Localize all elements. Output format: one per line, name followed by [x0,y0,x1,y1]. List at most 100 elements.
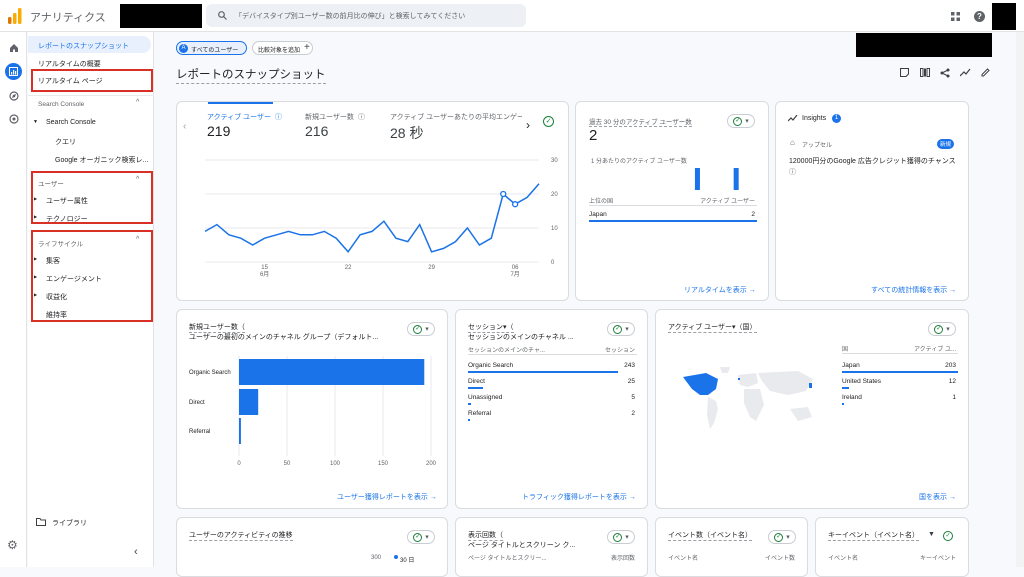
scrollbar[interactable] [1016,32,1024,567]
customize-icon[interactable] [900,68,909,77]
data-point [511,201,519,208]
sidebar-item-user-attributes[interactable]: ユーザー属性 [46,196,88,206]
caret-right-icon: ▶ [34,274,38,279]
traffic-acquisition-link[interactable]: トラフィック獲得レポートを表示 → [522,492,636,502]
country-row-name[interactable]: Japan [842,362,860,369]
active-tab-indicator [208,102,273,104]
explore-icon[interactable] [9,91,19,101]
metric-new-users-label[interactable]: 新規ユーザー数 [305,112,354,122]
advertising-icon[interactable] [9,114,19,124]
sidebar-item-technology[interactable]: テクノロジー [46,214,88,224]
x-tick-label: 50 [284,461,291,467]
check-icon[interactable]: ✓ [543,116,554,127]
check-icon: ✓ [413,532,423,542]
search-box[interactable]: 「デバイスタイプ別ユーザー数の前月比の伸び」と検索してみてください [206,4,526,27]
info-icon[interactable]: ⓘ [358,112,365,122]
next-chevron-icon[interactable]: › [526,118,530,132]
caret-down-icon: ▼ [33,119,38,125]
check-icon[interactable]: ✓ [943,531,953,541]
apps-grid-icon[interactable] [951,12,960,21]
add-comparison-button[interactable]: 比較対象を追加 + [252,41,313,55]
country-row-name[interactable]: Ireland [842,394,862,401]
events-title[interactable]: イベント数（イベント名） [668,530,752,541]
sessions-col-channel: セッションのメインのチャ... [468,348,545,354]
status-dropdown[interactable]: ✓ ▾ [928,322,956,336]
reports-icon[interactable] [5,63,22,80]
sessions-row-name[interactable]: Referral [468,410,491,417]
sidebar-item-acquisition[interactable]: 集客 [46,256,60,266]
share-icon[interactable] [940,68,950,78]
section-search-console[interactable]: Search Console [38,101,84,108]
info-icon[interactable]: ⓘ [275,112,282,122]
insights-link[interactable]: すべての統計情報を表示 → [871,285,956,295]
metric-avg-engagement-label[interactable]: アクティブ ユーザーあたりの平均エンゲー [390,112,522,122]
analytics-logo-icon[interactable] [8,8,22,24]
dropdown-arrow-icon: ▾ [625,326,629,333]
insights-text[interactable]: 120000円分のGoogle 広告クレジット獲得のチャンス ⓘ [789,156,961,178]
home-icon[interactable] [9,43,19,53]
realtime-link[interactable]: リアルタイムを表示 → [684,285,756,295]
sidebar-item-retention[interactable]: 維持率 [46,310,67,320]
dropdown-arrow-icon: ▾ [425,326,429,333]
chevron-up-icon[interactable]: ^ [136,99,139,106]
sessions-row-bar [468,403,471,405]
x-month-label: 7月 [510,271,519,277]
add-comparison-label: 比較対象を追加 [258,48,301,54]
help-icon[interactable]: ? [974,11,985,22]
channel-bar[interactable] [239,389,259,415]
insights-trend-icon[interactable] [960,68,971,77]
section-user[interactable]: ユーザー [38,178,64,188]
sidebar-item-realtime-overview[interactable]: リアルタイムの概要 [38,59,101,69]
sidebar-item-engagement[interactable]: エンゲージメント [46,274,102,284]
country-title[interactable]: アクティブ ユーザー▾（国） [668,322,757,333]
insights-category: アップセル [802,143,833,149]
user-activity-title[interactable]: ユーザーのアクティビティの推移 [189,530,293,541]
country-row-name[interactable]: United States [842,378,881,385]
sessions-row-value: 5 [631,394,635,401]
key-events-title[interactable]: キーイベント（イベント名） [828,530,919,541]
x-tick-label: 22 [345,265,352,271]
gear-icon[interactable]: ⚙ [7,538,18,552]
edit-icon[interactable] [981,68,990,77]
status-dropdown[interactable]: ✓ ▾ [407,322,435,336]
sessions-subtitle[interactable]: セッションのメインのチャネル ... [468,332,574,342]
help-circle-icon: ⓘ [789,169,796,176]
sessions-row-name[interactable]: Unassigned [468,394,502,401]
status-dropdown[interactable]: ✓ ▾ [607,530,635,544]
sessions-row-name[interactable]: Direct [468,378,485,385]
user-acquisition-link[interactable]: ユーザー獲得レポートを表示 → [337,492,437,502]
minute-bar [733,168,739,190]
minute-bar [694,168,700,190]
status-dropdown[interactable]: ✓ ▾ [727,114,755,128]
chevron-up-icon[interactable]: ^ [136,176,139,183]
channel-bar[interactable] [239,418,241,444]
status-dropdown[interactable]: ✓ ▾ [607,322,635,336]
x-tick-label: 29 [428,265,435,271]
metric-active-users-label[interactable]: アクティブ ユーザー [207,112,271,122]
country-card: アクティブ ユーザー▾（国） ✓ ▾ 国 アクティブ ユ... 国を表示 → Ja… [655,309,969,509]
user-activity-card: ユーザーのアクティビティの推移 ✓ ▾ 300 30 日 [176,517,448,577]
sidebar-item-monetization[interactable]: 収益化 [46,292,67,302]
collapse-chevron-icon[interactable]: ‹ [134,546,138,558]
prev-chevron-icon[interactable]: ‹ [183,121,186,132]
chevron-up-icon[interactable]: ^ [136,236,139,243]
country-link[interactable]: 国を表示 → [919,492,956,502]
compare-icon[interactable] [920,68,930,77]
channel-bar[interactable] [239,359,425,385]
realtime-col-users: アクティブ ユーザー [700,199,755,205]
sidebar-item-google-organic[interactable]: Google オーガニック検索レ... [55,155,148,165]
key-events-col-value: キーイベント [919,556,956,562]
sidebar-item-realtime-page[interactable]: リアルタイム ページ [38,76,103,86]
redacted-avatar [992,3,1016,30]
sessions-row-name[interactable]: Organic Search [468,362,513,369]
section-lifecycle[interactable]: ライフサイクル [38,238,83,248]
views-subtitle[interactable]: ページ タイトルとスクリーン ク... [468,540,575,550]
status-dropdown[interactable]: ✓ ▾ [407,530,435,544]
filter-icon[interactable]: ▼ [928,531,935,538]
new-users-channel-subtitle[interactable]: ユーザーの最初のメインのチャネル グループ（デフォルト... [189,332,378,342]
sidebar-item-queries[interactable]: クエリ [55,137,76,147]
sidebar-item-library[interactable]: ライブラリ [52,518,87,528]
sidebar-item-search-console[interactable]: Search Console [46,119,96,126]
all-users-chip[interactable]: A すべてのユーザー [176,41,247,55]
status-dropdown[interactable]: ✓ ▾ [768,530,796,544]
